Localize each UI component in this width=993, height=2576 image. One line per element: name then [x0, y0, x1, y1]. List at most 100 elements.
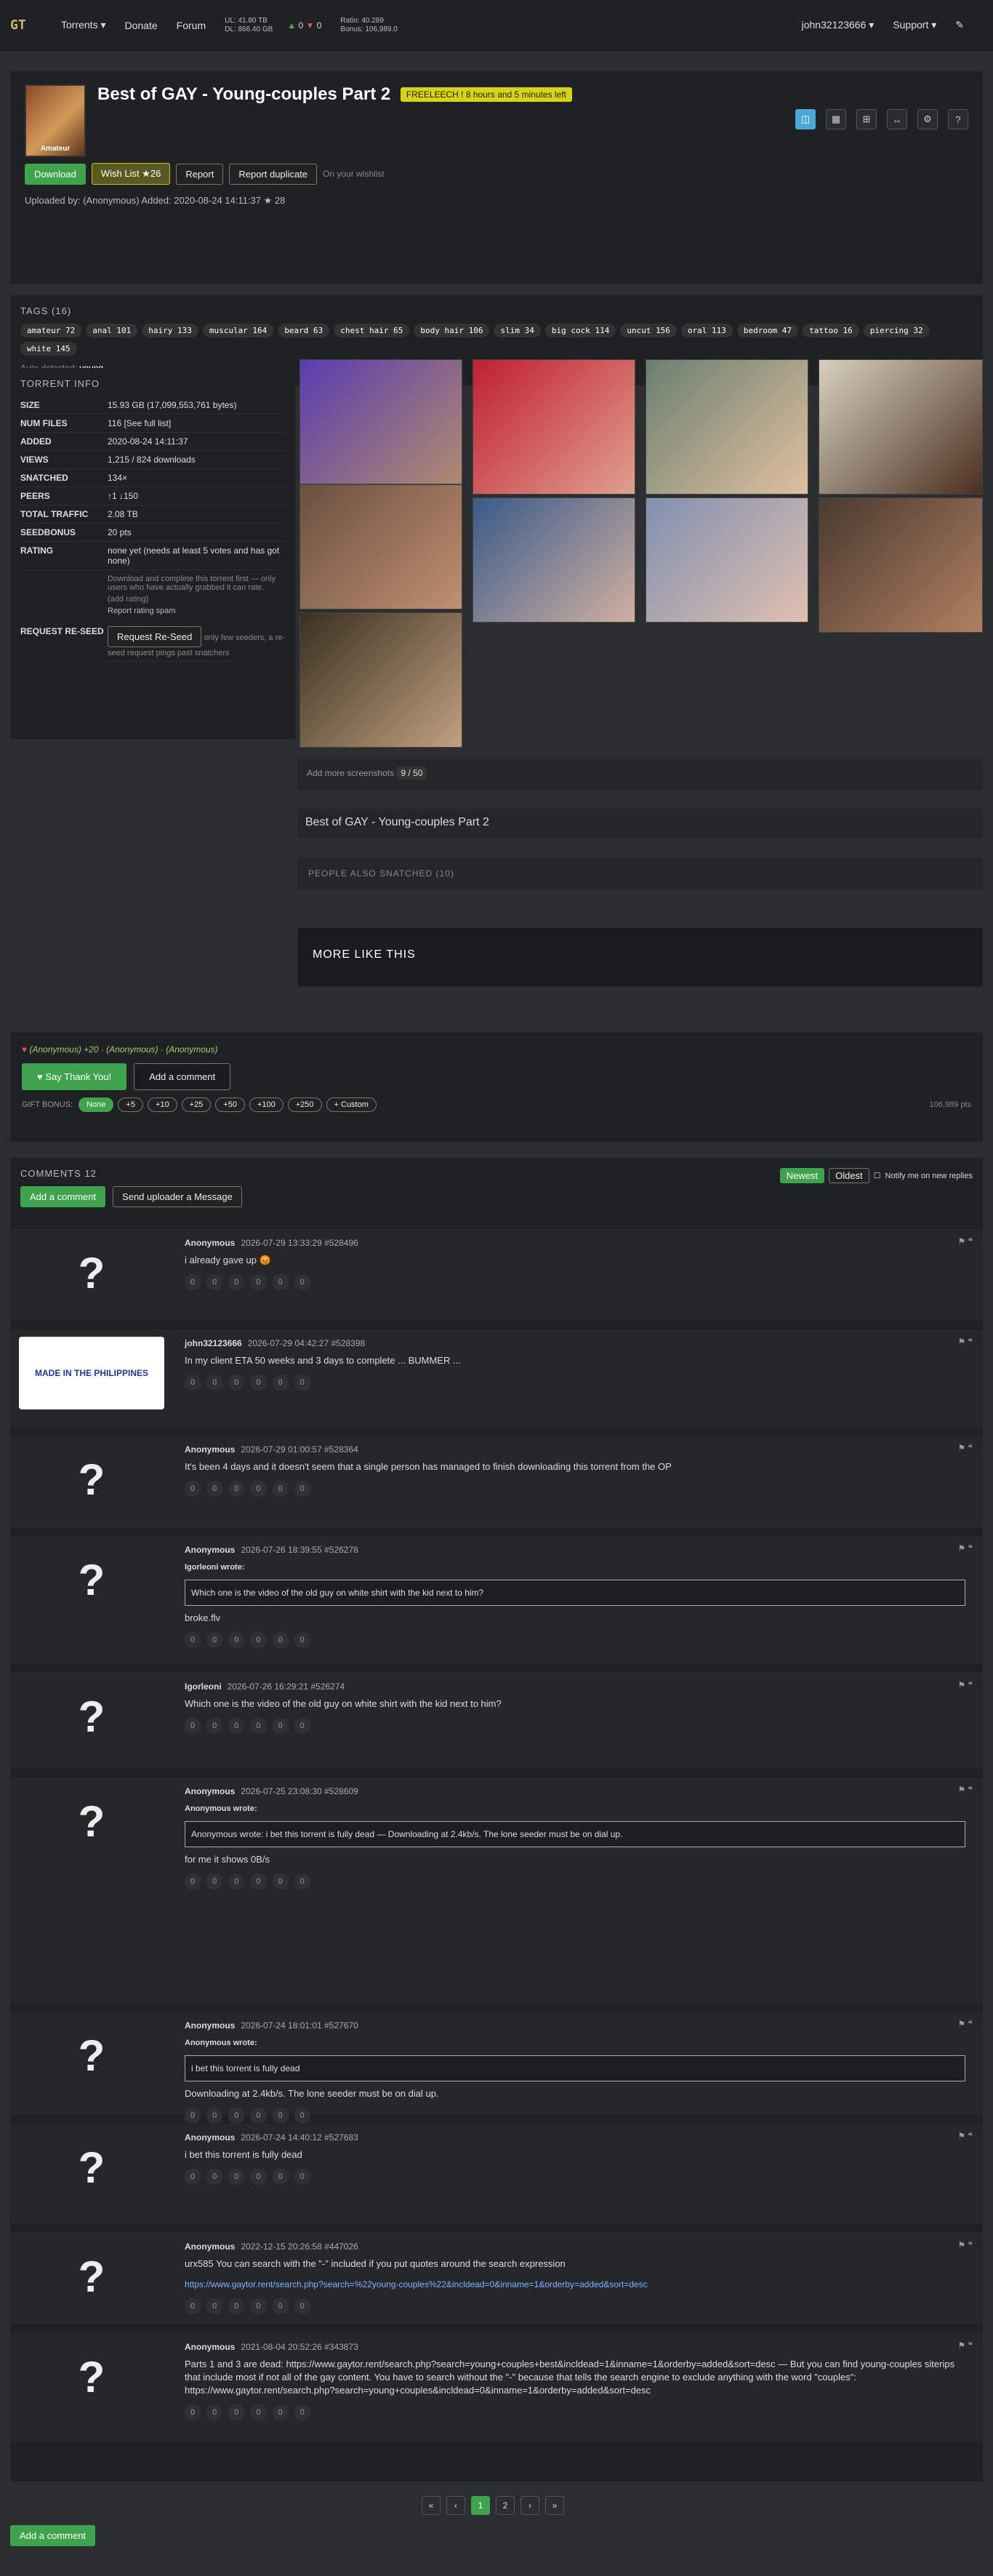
reaction-button[interactable]: 0	[228, 2169, 245, 2185]
send-message-button[interactable]: Send uploader a Message	[113, 1186, 242, 1207]
add-comment-bottom-button[interactable]: Add a comment	[10, 2525, 96, 2546]
reaction-button[interactable]: 0	[228, 2404, 245, 2420]
reaction-button[interactable]: 0	[185, 1481, 201, 1497]
reaction-button[interactable]: 0	[250, 1274, 267, 1290]
gear-icon[interactable]: ⚙	[917, 109, 938, 129]
reaction-button[interactable]: 0	[272, 1274, 289, 1290]
wishlist-button[interactable]: Wish List ★26	[91, 163, 171, 185]
reaction-button[interactable]: 0	[185, 1632, 201, 1648]
avatar[interactable]: ?	[19, 1236, 164, 1309]
reaction-button[interactable]: 0	[272, 2108, 289, 2124]
reaction-button[interactable]: 0	[294, 1481, 310, 1497]
comment-actions-icon[interactable]: ⚑ ❝	[957, 2340, 973, 2351]
avatar[interactable]: MADE IN THE PHILIPPINES	[19, 1337, 164, 1409]
screenshot-6[interactable]	[473, 497, 635, 623]
reaction-button[interactable]: 0	[250, 1481, 267, 1497]
screenshot-8[interactable]	[819, 497, 983, 633]
gift-option[interactable]: +250	[287, 1097, 322, 1112]
tag[interactable]: slim 34	[494, 324, 541, 337]
report-button[interactable]: Report	[176, 163, 224, 185]
comment-user[interactable]: john32123666	[185, 1338, 242, 1348]
tag[interactable]: tattoo 16	[803, 324, 859, 337]
tag[interactable]: hairy 133	[142, 324, 198, 337]
screenshot-4[interactable]	[819, 359, 983, 495]
cover-image[interactable]: Amateur	[25, 84, 86, 157]
comment-actions-icon[interactable]: ⚑ ❝	[957, 1785, 973, 1795]
reaction-button[interactable]: 0	[206, 1632, 223, 1648]
comment-actions-icon[interactable]: ⚑ ❝	[957, 2131, 973, 2141]
comment-user[interactable]: Anonymous	[185, 2241, 235, 2252]
reaction-button[interactable]: 0	[185, 1873, 201, 1889]
screenshot-7[interactable]	[646, 497, 808, 623]
reaction-button[interactable]: 0	[272, 1375, 289, 1391]
reaction-button[interactable]: 0	[294, 2298, 310, 2314]
download-button[interactable]: Download	[25, 163, 86, 185]
comment-user[interactable]: Anonymous	[185, 1786, 235, 1796]
comment-user[interactable]: Anonymous	[185, 1238, 235, 1248]
gift-option[interactable]: +25	[181, 1097, 212, 1112]
say-thanks-button[interactable]: ♥ Say Thank You!	[22, 1063, 127, 1090]
reaction-button[interactable]: 0	[294, 2169, 310, 2185]
reaction-button[interactable]: 0	[250, 2404, 267, 2420]
avatar[interactable]: ?	[19, 2240, 164, 2313]
reaction-button[interactable]: 0	[250, 1873, 267, 1889]
add-screenshots-bar[interactable]: Add more screenshots 9 / 50	[298, 759, 983, 790]
comment-actions-icon[interactable]: ⚑ ❝	[957, 1543, 973, 1553]
screenshot-5[interactable]	[299, 484, 462, 609]
tag[interactable]: uncut 156	[620, 324, 677, 337]
grid-icon[interactable]: ⊞	[856, 109, 877, 129]
comment-user[interactable]: Igorleoni	[185, 1681, 222, 1692]
nav-torrents[interactable]: Torrents ▾	[61, 19, 106, 31]
comment-user[interactable]: Anonymous	[185, 2020, 235, 2031]
reaction-button[interactable]: 0	[228, 1481, 245, 1497]
comment-actions-icon[interactable]: ⚑ ❝	[957, 1680, 973, 1690]
reaction-button[interactable]: 0	[206, 2169, 223, 2185]
support-menu[interactable]: Support ▾	[893, 19, 936, 31]
add-rating-link[interactable]: (add rating)	[108, 595, 285, 604]
reaction-button[interactable]: 0	[185, 1274, 201, 1290]
gift-option[interactable]: +100	[249, 1097, 284, 1112]
reaction-button[interactable]: 0	[206, 1718, 223, 1734]
reaction-button[interactable]: 0	[294, 2108, 310, 2124]
tag[interactable]: muscular 164	[202, 324, 274, 337]
tag[interactable]: body hair 106	[414, 324, 490, 337]
reaction-button[interactable]: 0	[228, 1375, 245, 1391]
avatar[interactable]: ?	[19, 1443, 164, 1516]
reaction-button[interactable]: 0	[185, 2404, 201, 2420]
comment-link[interactable]: https://www.gaytor.rent/search.php?searc…	[185, 2278, 965, 2291]
film-icon[interactable]: ▦	[826, 109, 846, 129]
sort-oldest[interactable]: Oldest	[829, 1168, 869, 1183]
reaction-button[interactable]: 0	[206, 1481, 223, 1497]
reaction-button[interactable]: 0	[294, 1375, 310, 1391]
reaction-button[interactable]: 0	[250, 2169, 267, 2185]
page-button[interactable]: »	[545, 2496, 564, 2515]
reaction-button[interactable]: 0	[206, 1375, 223, 1391]
avatar[interactable]: ?	[19, 1543, 164, 1616]
page-button[interactable]: 2	[496, 2496, 515, 2515]
reaction-button[interactable]: 0	[272, 1632, 289, 1648]
reaction-button[interactable]: 0	[206, 2298, 223, 2314]
reaction-button[interactable]: 0	[272, 2404, 289, 2420]
reaction-button[interactable]: 0	[228, 1718, 245, 1734]
reaction-button[interactable]: 0	[228, 1873, 245, 1889]
gift-option[interactable]: +5	[118, 1097, 143, 1112]
screenshot-2[interactable]	[473, 359, 635, 495]
report-spam-link[interactable]: Report rating spam	[108, 607, 285, 615]
gift-option[interactable]: None	[79, 1097, 114, 1112]
reseed-button[interactable]: Request Re-Seed	[108, 626, 202, 647]
sort-newest[interactable]: Newest	[779, 1168, 825, 1183]
tag[interactable]: oral 113	[680, 324, 733, 337]
expand-icon[interactable]: ↔	[887, 109, 907, 129]
reaction-button[interactable]: 0	[250, 1632, 267, 1648]
reaction-button[interactable]: 0	[206, 1873, 223, 1889]
tag[interactable]: amateur 72	[20, 324, 82, 337]
add-comment-top-button[interactable]: Add a comment	[134, 1063, 231, 1090]
tag[interactable]: beard 63	[278, 324, 330, 337]
reaction-button[interactable]: 0	[185, 2108, 201, 2124]
screenshot-9[interactable]	[299, 612, 462, 748]
avatar[interactable]: ?	[19, 1680, 164, 1753]
page-button[interactable]: ‹	[446, 2496, 465, 2515]
reaction-button[interactable]: 0	[228, 1632, 245, 1648]
tools-icon[interactable]: ✎	[955, 19, 964, 31]
nav-forum[interactable]: Forum	[177, 20, 206, 31]
